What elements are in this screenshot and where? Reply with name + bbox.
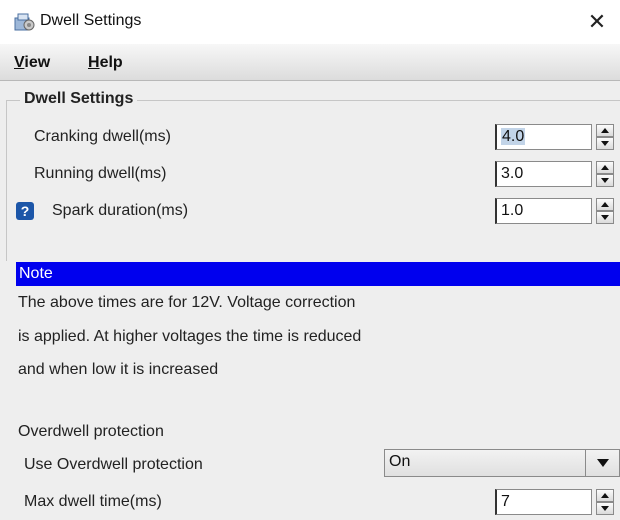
menu-help[interactable]: Help (88, 54, 123, 72)
running-dwell-spinner (596, 161, 614, 187)
close-button[interactable]: ✕ (574, 0, 620, 44)
spin-up-icon[interactable] (596, 489, 614, 502)
title-bar: Dwell Settings ✕ (0, 0, 620, 44)
spin-up-icon[interactable] (596, 124, 614, 137)
note-line: is applied. At higher voltages the time … (18, 328, 362, 345)
cranking-dwell-label: Cranking dwell(ms) (34, 128, 171, 145)
max-dwell-label: Max dwell time(ms) (24, 493, 162, 510)
overdwell-section-label: Overdwell protection (18, 423, 164, 440)
cranking-dwell-spinner (596, 124, 614, 150)
close-icon: ✕ (587, 9, 607, 35)
spark-duration-spinner (596, 198, 614, 224)
window-title: Dwell Settings (40, 12, 142, 29)
group-title: Dwell Settings (20, 90, 138, 108)
chevron-down-icon[interactable] (585, 450, 619, 476)
use-overdwell-label: Use Overdwell protection (24, 456, 203, 473)
note-line: and when low it is increased (18, 361, 219, 378)
menu-bar: View Help (0, 44, 620, 81)
note-header: Note (16, 262, 620, 286)
spark-duration-field[interactable]: 1.0 (495, 198, 592, 224)
spin-down-icon[interactable] (596, 174, 614, 187)
spin-down-icon[interactable] (596, 137, 614, 150)
spin-down-icon[interactable] (596, 211, 614, 224)
use-overdwell-value: On (389, 453, 411, 470)
max-dwell-spinner (596, 489, 614, 515)
max-dwell-field[interactable]: 7 (495, 489, 592, 515)
running-dwell-field[interactable]: 3.0 (495, 161, 592, 187)
spin-up-icon[interactable] (596, 198, 614, 211)
cranking-dwell-field[interactable]: 4.0 (495, 124, 592, 150)
menu-view[interactable]: View (14, 54, 50, 72)
help-icon[interactable]: ? (16, 202, 34, 220)
use-overdwell-select[interactable]: On (384, 449, 620, 477)
running-dwell-label: Running dwell(ms) (34, 165, 167, 182)
app-settings-icon (14, 13, 35, 31)
spin-up-icon[interactable] (596, 161, 614, 174)
spark-duration-label: Spark duration(ms) (52, 202, 189, 219)
spin-down-icon[interactable] (596, 502, 614, 515)
note-line: The above times are for 12V. Voltage cor… (18, 294, 356, 311)
